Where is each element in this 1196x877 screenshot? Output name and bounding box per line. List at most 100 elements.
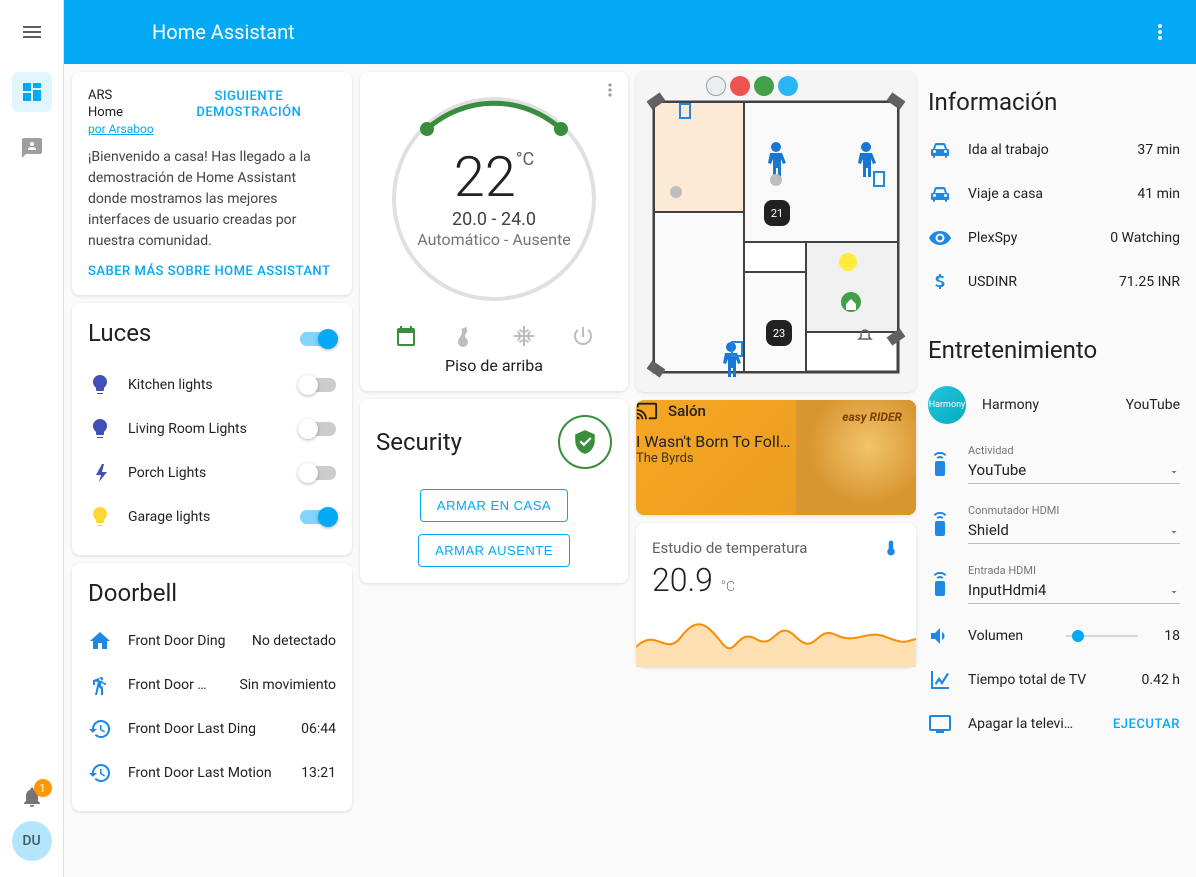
info-label: Ida al trabajo	[968, 142, 1121, 158]
light-row: Porch Lights	[88, 451, 336, 495]
tv-time-row[interactable]: Tiempo total de TV 0.42 h	[928, 658, 1180, 702]
info-row[interactable]: Ida al trabajo 37 min	[928, 128, 1180, 172]
ent-select[interactable]: Entrada HDMI InputHdmi4	[968, 564, 1180, 604]
light-label: Porch Lights	[128, 465, 284, 481]
sidebar-item-overview[interactable]	[12, 72, 52, 112]
thermostat-unit: °C	[516, 149, 534, 170]
tv-off-run-button[interactable]: EJECUTAR	[1113, 717, 1180, 732]
light-switch[interactable]	[300, 466, 336, 480]
info-value: 37 min	[1137, 142, 1180, 158]
harmony-row[interactable]: Harmony Harmony YouTube	[928, 376, 1180, 434]
info-value: 41 min	[1137, 186, 1180, 202]
lights-title: Luces	[88, 319, 151, 347]
security-status-badge	[558, 415, 612, 469]
tv-off-row: Apagar la televi… EJECUTAR	[928, 702, 1180, 746]
doorbell-row[interactable]: Front Door … Sin movimiento	[88, 663, 336, 707]
volume-slider[interactable]	[1066, 635, 1138, 637]
info-title: Información	[928, 88, 1180, 116]
security-title: Security	[376, 428, 462, 456]
light-row: Kitchen lights	[88, 363, 336, 407]
info-row[interactable]: PlexSpy 0 Watching	[928, 216, 1180, 260]
hamburger-icon	[20, 20, 44, 44]
car-icon	[928, 182, 952, 206]
ent-select-row: Conmutador HDMI Shield	[928, 494, 1180, 554]
media-player-card[interactable]: easy RIDER Salón I Wasn't Born To Foll… …	[636, 400, 916, 515]
learn-more-link[interactable]: SABER MÁS SOBRE HOME ASSISTANT	[88, 264, 336, 279]
temperature-sensor-card[interactable]: Estudio de temperatura 20.9 °C	[636, 523, 916, 667]
eye-icon	[928, 226, 952, 250]
thermostat-mode: Automático - Ausente	[417, 230, 571, 249]
temp-sensor-unit: °C	[721, 579, 735, 595]
sidebar-item-people[interactable]	[12, 128, 52, 168]
tv-off-label: Apagar la televi…	[968, 716, 1097, 732]
arm-away-button[interactable]: ARMAR AUSENTE	[418, 534, 570, 567]
light-label: Kitchen lights	[128, 377, 284, 393]
doorbell-card: Doorbell Front Door Ding No detectado Fr…	[72, 563, 352, 811]
doorbell-row[interactable]: Front Door Ding No detectado	[88, 619, 336, 663]
ent-select-value: Shield	[968, 517, 1180, 544]
volume-icon	[928, 624, 952, 648]
topbar-more-button[interactable]	[1148, 20, 1172, 44]
harmony-value: YouTube	[1126, 397, 1180, 413]
media-room: Salón	[668, 402, 706, 420]
next-demo-link[interactable]: SIGUIENTE DEMOSTRACIÓN	[196, 89, 301, 120]
floor-chip-1[interactable]	[706, 76, 726, 96]
svg-text:21: 21	[771, 207, 783, 220]
remote-icon	[928, 512, 952, 536]
arm-home-button[interactable]: ARMAR EN CASA	[420, 489, 568, 522]
light-switch[interactable]	[300, 422, 336, 436]
lights-master-switch[interactable]	[300, 332, 336, 346]
floor-chip-2[interactable]	[730, 76, 750, 96]
info-value: 71.25 INR	[1119, 274, 1180, 290]
info-row[interactable]: Viaje a casa 41 min	[928, 172, 1180, 216]
welcome-body: ¡Bienvenido a casa! Has llegado a la dem…	[88, 147, 336, 252]
doorbell-row[interactable]: Front Door Last Motion 13:21	[88, 751, 336, 795]
lights-card: Luces Kitchen lights Living Room Lights …	[72, 303, 352, 555]
dollar-icon	[928, 270, 952, 294]
volume-row: Volumen 18	[928, 614, 1180, 658]
light-label: Living Room Lights	[128, 421, 284, 437]
thermostat-card[interactable]: 22°C 20.0 - 24.0 Automático - Ausente Pi…	[360, 72, 628, 391]
thermo-mode-cool[interactable]	[512, 324, 536, 348]
thermo-mode-off[interactable]	[571, 324, 595, 348]
doorbell-value: Sin movimiento	[239, 677, 336, 693]
cast-icon	[636, 400, 658, 422]
light-switch[interactable]	[300, 378, 336, 392]
floor-chip-3[interactable]	[754, 76, 774, 96]
doorbell-label: Front Door Last Motion	[128, 765, 285, 781]
doorbell-value: No detectado	[252, 633, 336, 649]
snowflake-icon	[512, 324, 536, 348]
ent-select[interactable]: Conmutador HDMI Shield	[968, 504, 1180, 544]
info-label: PlexSpy	[968, 230, 1094, 246]
ent-select[interactable]: Actividad YouTube	[968, 444, 1180, 484]
thermostat-range: 20.0 - 24.0	[452, 209, 536, 230]
doorbell-row[interactable]: Front Door Last Ding 06:44	[88, 707, 336, 751]
thermo-mode-schedule[interactable]	[394, 324, 418, 348]
car-icon	[928, 138, 952, 162]
floor-chip-4[interactable]	[778, 76, 798, 96]
floor-plan-icon: 21 23	[636, 72, 916, 392]
thermostat-floor: Piso de arriba	[376, 356, 612, 375]
notifications-button[interactable]: 1	[20, 785, 44, 809]
light-switch[interactable]	[300, 510, 336, 524]
tv-time-value: 0.42 h	[1142, 672, 1180, 688]
calendar-icon	[394, 324, 418, 348]
doorbell-label: Front Door Last Ding	[128, 721, 285, 737]
notification-badge: 1	[34, 779, 52, 797]
info-row[interactable]: USDINR 71.25 INR	[928, 260, 1180, 304]
welcome-author-link[interactable]: por Arsaboo	[88, 122, 154, 136]
light-label: Garage lights	[128, 509, 284, 525]
home-icon	[88, 629, 112, 653]
floor-plan-card[interactable]: 21 23	[636, 72, 916, 392]
ent-select-value: InputHdmi4	[968, 577, 1180, 604]
doorbell-value: 13:21	[301, 765, 336, 781]
remote-icon	[928, 572, 952, 596]
tv-time-label: Tiempo total de TV	[968, 672, 1126, 688]
person-chat-icon	[20, 136, 44, 160]
dashboard-icon	[20, 80, 44, 104]
user-avatar[interactable]: DU	[12, 821, 52, 861]
menu-button[interactable]	[0, 0, 64, 64]
thermo-mode-heat[interactable]	[453, 324, 477, 348]
bulb-icon	[88, 373, 112, 397]
ent-select-row: Actividad YouTube	[928, 434, 1180, 494]
